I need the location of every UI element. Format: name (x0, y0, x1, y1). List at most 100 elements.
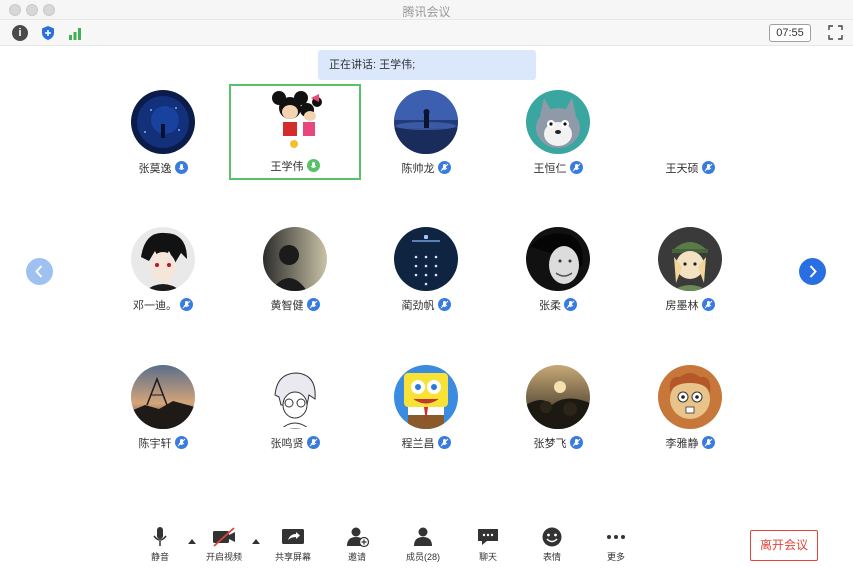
previous-page-button[interactable] (26, 258, 53, 285)
participant-tile[interactable]: 王天硕 (624, 86, 756, 182)
start-video-label: 开启视频 (205, 552, 242, 562)
mic-off-icon (437, 436, 451, 449)
participant-name-row: 陈宇轩 (97, 435, 229, 451)
top-toolbar: i 07:55 (0, 20, 853, 46)
avatar (263, 227, 327, 291)
members-button[interactable]: 成员(28) (393, 520, 453, 566)
participant-name-row: 张梦飞 (492, 435, 624, 451)
participant-name-row: 程兰昌 (360, 435, 492, 451)
title-bar: 腾讯会议 (0, 0, 853, 20)
signal-bars-icon[interactable] (68, 25, 84, 41)
participant-tile[interactable]: 程兰昌 (360, 361, 492, 457)
share-screen-icon (282, 529, 304, 544)
mic-off-icon (174, 436, 188, 449)
participant-tile[interactable]: 蔺劲帆 (360, 223, 492, 319)
avatar (394, 365, 458, 429)
participant-tile[interactable]: 邓一迪。 (97, 223, 229, 319)
chat-icon (478, 529, 498, 545)
mic-off-icon (437, 161, 451, 174)
participant-name: 陈宇轩 (138, 438, 172, 450)
participant-name-row: 黄智健 (229, 297, 361, 313)
more-button[interactable]: 更多 (586, 520, 646, 566)
reactions-label: 表情 (542, 552, 561, 562)
chevron-left-icon (35, 265, 43, 278)
participant-name-row: 陈帅龙 (360, 160, 492, 176)
participant-tile[interactable]: 张梦飞 (492, 361, 624, 457)
chat-label: 聊天 (478, 552, 497, 562)
participant-name-row: 王恒仁 (492, 160, 624, 176)
avatar (131, 365, 195, 429)
participant-name-row: 张莫逸 (97, 160, 229, 176)
reactions-button[interactable]: 表情 (522, 520, 582, 566)
participant-name: 张梦飞 (533, 438, 567, 450)
invite-label: 邀请 (347, 552, 366, 562)
participant-name: 王学伟 (270, 161, 304, 173)
participant-name-row: 李雅静 (624, 435, 756, 451)
mic-off-icon (569, 161, 583, 174)
mic-off-icon (569, 436, 583, 449)
mic-off-icon (306, 298, 320, 311)
participant-name-row: 王学伟 (231, 158, 359, 174)
shield-icon[interactable] (40, 25, 56, 41)
participant-tile[interactable]: 黄智健 (229, 223, 361, 319)
mic-off-icon (306, 436, 320, 449)
mic-icon (174, 161, 188, 174)
share-screen-button[interactable]: 共享屏幕 (263, 520, 323, 566)
participant-name-row: 张柔 (492, 297, 624, 313)
info-icon[interactable]: i (12, 25, 28, 41)
avatar (658, 227, 722, 291)
avatar (131, 90, 195, 154)
participant-name: 张莫逸 (138, 163, 172, 175)
avatar (394, 90, 458, 154)
mic-off-icon (701, 436, 715, 449)
participant-tile[interactable]: 陈宇轩 (97, 361, 229, 457)
participant-name-row: 张鸣贤 (229, 435, 361, 451)
add-person-icon (347, 527, 370, 548)
participant-tile[interactable]: 王恒仁 (492, 86, 624, 182)
mic-active-icon (306, 159, 320, 172)
members-icon (414, 527, 432, 546)
avatar (263, 365, 327, 429)
participant-name-row: 房墨林 (624, 297, 756, 313)
video-off-icon (213, 527, 235, 547)
chevron-right-icon (809, 265, 817, 278)
mic-off-icon (701, 161, 715, 174)
more-dots-icon (607, 535, 625, 539)
participant-name-row: 蔺劲帆 (360, 297, 492, 313)
mic-off-icon (180, 298, 193, 311)
next-page-button[interactable] (799, 258, 826, 285)
meeting-timer: 07:55 (769, 24, 811, 42)
participant-name-row: 王天硕 (624, 160, 756, 176)
meeting-controls-bar: 静音 开启视频 共享屏幕 邀请 成员(28) 聊天 表情 更多 离开会议 (0, 520, 853, 569)
participant-name: 黄智健 (270, 300, 304, 312)
fullscreen-icon[interactable] (828, 25, 843, 40)
avatar (526, 90, 590, 154)
smiley-icon (542, 527, 562, 547)
participant-tile[interactable]: 张莫逸 (97, 86, 229, 182)
start-video-button[interactable]: 开启视频 (194, 520, 254, 566)
meeting-window: 腾讯会议 i 07:55 正在讲话: 王学伟; 张莫逸 王学伟 陈帅龙 王恒仁 … (0, 0, 853, 569)
mute-label: 静音 (150, 552, 169, 562)
participant-tile[interactable]: 李雅静 (624, 361, 756, 457)
mic-off-icon (701, 298, 715, 311)
participant-tile[interactable]: 张鸣贤 (229, 361, 361, 457)
participant-tile[interactable]: 房墨林 (624, 223, 756, 319)
participant-name: 张鸣贤 (270, 438, 304, 450)
share-screen-label: 共享屏幕 (274, 552, 311, 562)
chat-button[interactable]: 聊天 (458, 520, 518, 566)
participant-tile[interactable]: 张柔 (492, 223, 624, 319)
leave-meeting-button[interactable]: 离开会议 (750, 530, 818, 561)
participant-tile[interactable]: 陈帅龙 (360, 86, 492, 182)
mute-button[interactable]: 静音 (130, 520, 190, 566)
participant-name: 王恒仁 (533, 163, 567, 175)
participant-tile-active-speaker[interactable]: 王学伟 (229, 84, 361, 180)
avatar (526, 365, 590, 429)
invite-button[interactable]: 邀请 (327, 520, 387, 566)
avatar (394, 227, 458, 291)
members-label: 成员(28) (405, 552, 440, 562)
video-options-caret[interactable] (252, 539, 260, 544)
mic-off-icon (437, 298, 451, 311)
participant-name: 程兰昌 (401, 438, 435, 450)
participant-name: 邓一迪。 (133, 300, 177, 312)
participant-name: 王天硕 (665, 163, 699, 175)
